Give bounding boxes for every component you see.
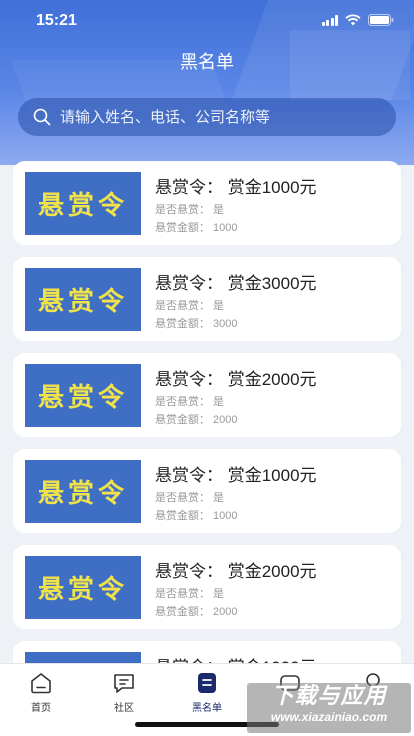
tab-community-label: 社区 (114, 703, 134, 714)
item-title: 悬赏令： 赏金2000元 (155, 370, 317, 389)
tab-home-label: 首页 (31, 703, 51, 714)
watermark-url: www.xiazainiao.com (270, 710, 388, 724)
search-bar[interactable] (18, 98, 396, 136)
list-item[interactable]: 悬赏令 悬赏令： 赏金1000元 是否悬赏： 是 悬赏金额： 1000 (13, 161, 401, 245)
list-item[interactable]: 悬赏令 悬赏令： 赏金2000元 是否悬赏： 是 悬赏金额： 2000 (13, 545, 401, 629)
search-input[interactable] (60, 108, 360, 126)
reward-thumbnail: 悬赏令 (25, 652, 141, 663)
blacklist-icon (198, 673, 216, 693)
watermark-main: 下载与应用 (271, 683, 387, 708)
home-icon (31, 673, 51, 694)
watermark: 下载与应用 www.xiazainiao.com (247, 683, 411, 733)
item-reward-amount: 悬赏金额： 1000 (155, 510, 238, 522)
signal-icon (321, 14, 338, 26)
list-item[interactable]: 悬赏令 悬赏令： 赏金1000元 (13, 641, 401, 663)
item-reward-amount: 悬赏金额： 2000 (155, 414, 238, 426)
list-item[interactable]: 悬赏令 悬赏令： 赏金3000元 是否悬赏： 是 悬赏金额： 3000 (13, 257, 401, 341)
reward-thumbnail: 悬赏令 (25, 172, 141, 235)
item-reward-amount: 悬赏金额： 1000 (155, 222, 238, 234)
status-bar: 15:21 (0, 0, 414, 44)
reward-thumbnail: 悬赏令 (25, 268, 141, 331)
item-title: 悬赏令： 赏金3000元 (155, 274, 317, 293)
item-is-reward: 是否悬赏： 是 (155, 204, 225, 216)
tab-blacklist-label: 黑名单 (192, 703, 222, 714)
reward-thumbnail: 悬赏令 (25, 364, 141, 427)
item-title: 悬赏令： 赏金2000元 (155, 562, 317, 581)
blacklist-list[interactable]: 悬赏令 悬赏令： 赏金1000元 是否悬赏： 是 悬赏金额： 1000 悬赏令 … (13, 161, 401, 663)
list-item[interactable]: 悬赏令 悬赏令： 赏金1000元 是否悬赏： 是 悬赏金额： 1000 (13, 449, 401, 533)
reward-thumbnail: 悬赏令 (25, 460, 141, 523)
item-reward-amount: 悬赏金额： 2000 (155, 606, 238, 618)
item-reward-amount: 悬赏金额： 3000 (155, 318, 238, 330)
search-icon (33, 108, 51, 126)
wifi-icon (345, 14, 361, 26)
item-is-reward: 是否悬赏： 是 (155, 300, 225, 312)
reward-thumbnail: 悬赏令 (25, 556, 141, 619)
tab-blacklist[interactable]: 黑名单 (166, 670, 248, 714)
chat-icon (114, 674, 134, 693)
item-title: 悬赏令： 赏金1000元 (155, 653, 317, 663)
item-is-reward: 是否悬赏： 是 (155, 492, 225, 504)
item-title: 悬赏令： 赏金1000元 (155, 178, 317, 197)
list-item[interactable]: 悬赏令 悬赏令： 赏金2000元 是否悬赏： 是 悬赏金额： 2000 (13, 353, 401, 437)
item-is-reward: 是否悬赏： 是 (155, 588, 225, 600)
tab-home[interactable]: 首页 (0, 670, 82, 714)
tab-community[interactable]: 社区 (83, 670, 165, 714)
page-title: 黑名单 (180, 52, 234, 72)
battery-icon (368, 14, 394, 26)
item-title: 悬赏令： 赏金1000元 (155, 466, 317, 485)
status-time: 15:21 (36, 12, 77, 29)
item-is-reward: 是否悬赏： 是 (155, 396, 225, 408)
